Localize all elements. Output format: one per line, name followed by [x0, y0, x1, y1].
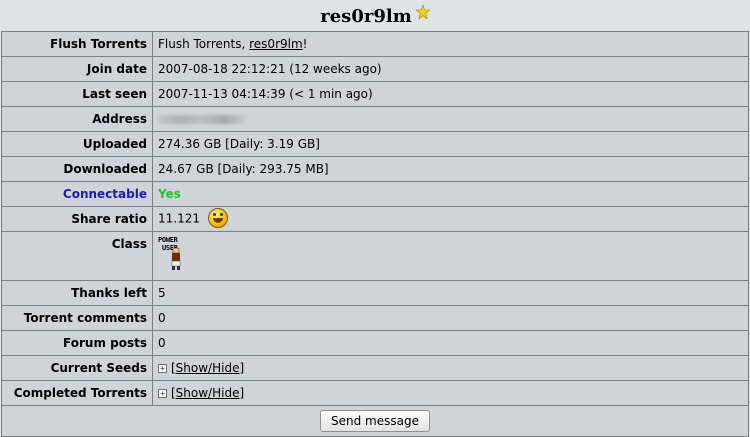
value-class: POWER USER — [152, 231, 749, 281]
address-redacted — [158, 115, 246, 124]
label-class: Class — [1, 231, 153, 281]
flush-suffix: ! — [302, 37, 308, 51]
star-icon — [414, 4, 431, 20]
row-current-seeds: Current Seeds + [Show/Hide] — [1, 355, 749, 381]
username-title: res0r9lm — [320, 5, 412, 27]
label-flush-torrents: Flush Torrents — [1, 31, 153, 57]
profile-header: res0r9lm — [0, 0, 750, 32]
label-share-ratio: Share ratio — [1, 206, 153, 232]
row-last-seen: Last seen 2007-11-13 04:14:39 (< 1 min a… — [1, 81, 749, 107]
value-uploaded: 274.36 GB [Daily: 3.19 GB] — [152, 131, 749, 157]
expand-plus-icon[interactable]: + — [158, 364, 167, 373]
connectable-status: Yes — [158, 187, 181, 201]
value-share-ratio: 11.121 — [152, 206, 749, 232]
row-join-date: Join date 2007-08-18 22:12:21 (12 weeks … — [1, 56, 749, 82]
flush-user-link[interactable]: res0r9lm — [249, 37, 303, 51]
smiley-icon — [207, 208, 228, 228]
flush-text: Flush Torrents, — [158, 37, 250, 51]
profile-table: Flush Torrents Flush Torrents, res0r9lm!… — [1, 31, 749, 437]
row-completed-torrents: Completed Torrents + [Show/Hide] — [1, 380, 749, 406]
row-thanks-left: Thanks left 5 — [1, 280, 749, 306]
value-forum-posts: 0 — [152, 330, 749, 356]
label-last-seen: Last seen — [1, 81, 153, 107]
label-completed-torrents: Completed Torrents — [1, 380, 153, 406]
row-address: Address — [1, 106, 749, 132]
share-ratio-number: 11.121 — [158, 211, 200, 226]
row-share-ratio: Share ratio 11.121 — [1, 206, 749, 232]
label-uploaded: Uploaded — [1, 131, 153, 157]
row-uploaded: Uploaded 274.36 GB [Daily: 3.19 GB] — [1, 131, 749, 157]
row-forum-posts: Forum posts 0 — [1, 330, 749, 356]
label-forum-posts: Forum posts — [1, 330, 153, 356]
row-flush-torrents: Flush Torrents Flush Torrents, res0r9lm! — [1, 31, 749, 57]
value-downloaded: 24.67 GB [Daily: 293.75 MB] — [152, 156, 749, 182]
label-current-seeds: Current Seeds — [1, 355, 153, 381]
completed-torrents-toggle[interactable]: [Show/Hide] — [171, 386, 244, 400]
label-torrent-comments: Torrent comments — [1, 305, 153, 331]
value-flush-torrents: Flush Torrents, res0r9lm! — [152, 31, 749, 57]
current-seeds-toggle[interactable]: [Show/Hide] — [171, 361, 244, 375]
value-current-seeds: + [Show/Hide] — [152, 355, 749, 381]
value-join-date: 2007-08-18 22:12:21 (12 weeks ago) — [152, 56, 749, 82]
label-connectable: Connectable — [1, 181, 153, 207]
label-address: Address — [1, 106, 153, 132]
value-completed-torrents: + [Show/Hide] — [152, 380, 749, 406]
value-thanks-left: 5 — [152, 280, 749, 306]
row-downloaded: Downloaded 24.67 GB [Daily: 293.75 MB] — [1, 156, 749, 182]
label-downloaded: Downloaded — [1, 156, 153, 182]
badge-line1: POWER — [158, 236, 178, 244]
label-join-date: Join date — [1, 56, 153, 82]
label-thanks-left: Thanks left — [1, 280, 153, 306]
value-connectable: Yes — [152, 181, 749, 207]
power-user-badge-icon: POWER USER — [158, 237, 198, 277]
row-torrent-comments: Torrent comments 0 — [1, 305, 749, 331]
expand-plus-icon[interactable]: + — [158, 389, 167, 398]
row-connectable: Connectable Yes — [1, 181, 749, 207]
footer-cell: Send message — [1, 405, 749, 437]
row-class: Class POWER USER — [1, 231, 749, 281]
value-torrent-comments: 0 — [152, 305, 749, 331]
row-footer: Send message — [1, 405, 749, 437]
value-address — [152, 106, 749, 132]
send-message-button[interactable]: Send message — [320, 410, 430, 432]
value-last-seen: 2007-11-13 04:14:39 (< 1 min ago) — [152, 81, 749, 107]
